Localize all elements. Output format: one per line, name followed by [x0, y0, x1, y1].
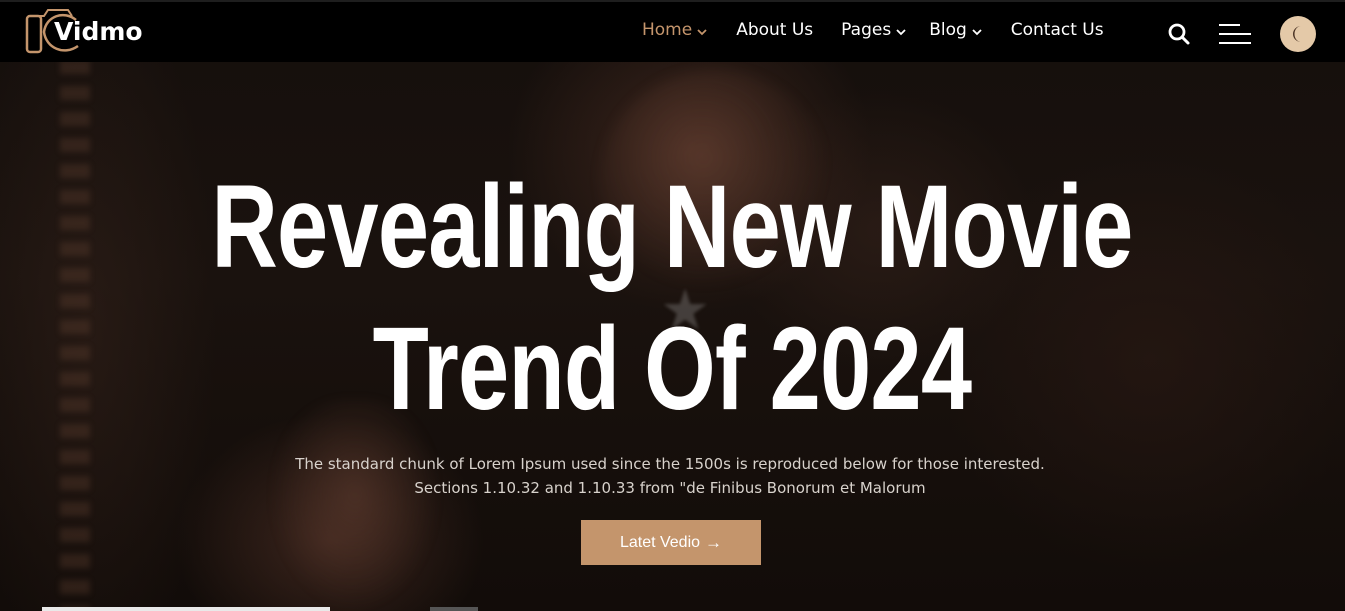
latest-video-button-label: Latet Vedio [619, 533, 701, 551]
hero-title-line-1: Revealing New Movie [211, 161, 1133, 293]
bottom-section-edge [42, 607, 330, 611]
nav-item-home[interactable]: Home [642, 20, 708, 40]
nav-item-label: Home [642, 20, 693, 40]
chain-background-shape [60, 60, 90, 611]
camera-logo-icon: Vidmo [24, 4, 143, 60]
nav-item-label: Blog [929, 20, 967, 40]
nav-item-label: About Us [736, 20, 814, 40]
chevron-down-icon [697, 28, 707, 35]
nav-item-contact-us[interactable]: Contact Us [1011, 20, 1104, 40]
theme-toggle-button[interactable] [1280, 16, 1316, 52]
nav-item-label: Contact Us [1010, 20, 1104, 40]
hero-description: The standard chunk of Lorem Ipsum used s… [295, 455, 1045, 497]
latest-video-button[interactable]: Latet Vedio → [581, 520, 761, 565]
hero-title-line-2: Trend Of 2024 [372, 303, 972, 435]
hamburger-menu-icon [1219, 24, 1251, 44]
nav-item-label: Pages [841, 20, 892, 40]
chevron-down-icon [972, 28, 982, 35]
chevron-down-icon [896, 28, 906, 35]
nav-item-blog[interactable]: Blog [929, 20, 983, 40]
moon-icon [1293, 26, 1301, 42]
arrow-right-icon: → [705, 532, 723, 552]
search-button[interactable] [1167, 22, 1191, 46]
bottom-section-edge-secondary [430, 607, 478, 611]
main-nav: Home About Us Pages Blog Contact Us [642, 20, 1104, 40]
navbar: Vidmo Home About Us Pages Blog Contact U… [0, 0, 1345, 62]
search-icon [1168, 23, 1190, 45]
brand-name: Vidmo [54, 17, 143, 46]
nav-item-about-us[interactable]: About Us [736, 20, 813, 40]
logo[interactable]: Vidmo [24, 4, 143, 60]
menu-button[interactable] [1218, 22, 1252, 46]
nav-item-pages[interactable]: Pages [841, 20, 907, 40]
hero-title: Revealing New Movie Trend Of 2024 [147, 156, 1196, 440]
